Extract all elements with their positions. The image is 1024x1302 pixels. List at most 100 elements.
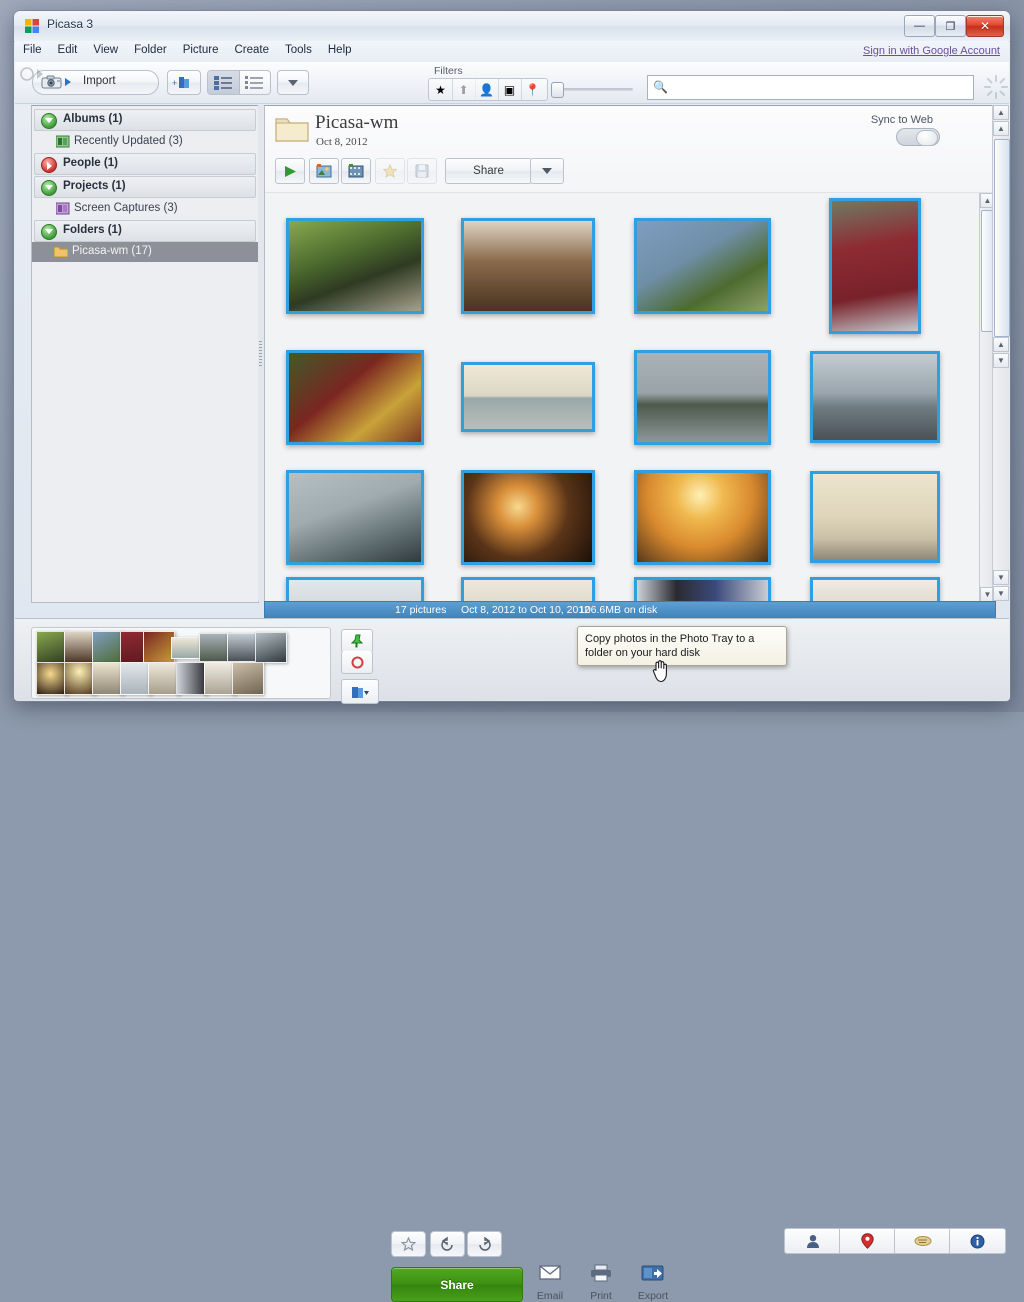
grid-cell[interactable]	[275, 337, 435, 457]
photo-tray[interactable]	[31, 627, 331, 699]
sidebar-item-projects[interactable]: Projects (1)	[34, 176, 256, 198]
grid-cell[interactable]	[448, 577, 608, 602]
sync-to-web-toggle[interactable]	[896, 128, 940, 146]
photo-lake-sailboats[interactable]	[461, 362, 595, 432]
scroll-down-inner-button[interactable]: ▼	[993, 353, 1009, 368]
scroll-top-button[interactable]: ▲	[993, 105, 1009, 120]
grid-cell[interactable]	[275, 457, 435, 577]
grid-cell[interactable]	[622, 337, 782, 457]
photo-red-room[interactable]	[286, 350, 424, 445]
grid-cell[interactable]	[448, 457, 608, 577]
search-input[interactable]	[672, 79, 966, 98]
photo-foggy-water[interactable]	[286, 577, 424, 602]
grid-cell[interactable]	[795, 577, 955, 602]
info-button[interactable]	[949, 1228, 1006, 1254]
view-options-dropdown[interactable]	[277, 70, 309, 95]
thumbnail-view-button[interactable]	[208, 71, 240, 94]
scroll-up-button[interactable]: ▲	[993, 121, 1009, 136]
faces-filter-icon[interactable]: 👤	[475, 79, 499, 100]
grid-cell[interactable]	[448, 337, 608, 457]
projects-disclosure-icon[interactable]	[41, 180, 57, 196]
photo-pier-walkway[interactable]	[286, 470, 424, 565]
grid-cell[interactable]	[275, 577, 435, 602]
import-button[interactable]: Import	[32, 70, 159, 95]
photo-tree-street[interactable]	[286, 218, 424, 314]
share-dropdown-button[interactable]	[530, 158, 564, 184]
photo-campus-building[interactable]	[634, 218, 771, 314]
people-disclosure-icon[interactable]	[41, 157, 57, 173]
geotag-filter-icon[interactable]: 📍	[521, 79, 544, 100]
sidebar-item-folders[interactable]: Folders (1)	[34, 220, 256, 242]
tray-thumb-9[interactable]	[255, 632, 287, 663]
menu-file[interactable]: File	[15, 41, 50, 59]
add-to-album-button[interactable]: +	[167, 70, 201, 95]
save-button[interactable]	[407, 158, 437, 184]
scroll-up-inner-button[interactable]: ▲	[993, 337, 1009, 352]
play-slideshow-button[interactable]	[275, 158, 305, 184]
movie-button[interactable]	[341, 158, 371, 184]
tray-thumb-17[interactable]	[232, 662, 264, 695]
folders-disclosure-icon[interactable]	[41, 224, 57, 240]
menu-view[interactable]: View	[85, 41, 126, 59]
share-button[interactable]: Share	[445, 158, 532, 184]
people-button[interactable]	[784, 1228, 841, 1254]
photo-grey-harbor[interactable]	[634, 350, 771, 445]
sidebar-item-albums[interactable]: Albums (1)	[34, 109, 256, 131]
minimize-button[interactable]: —	[904, 15, 935, 37]
menu-picture[interactable]: Picture	[175, 41, 227, 59]
print-button[interactable]: Print	[577, 1264, 625, 1302]
window-scrollbar-thumb[interactable]	[994, 139, 1010, 337]
rotate-right-button[interactable]	[467, 1231, 502, 1257]
photo-room-interior[interactable]	[461, 577, 595, 602]
export-button[interactable]: Export	[629, 1264, 677, 1302]
grid-cell[interactable]	[622, 457, 782, 577]
photo-hazy-shore[interactable]	[810, 471, 940, 563]
scroll-bottom-button[interactable]: ▼	[993, 586, 1009, 601]
search-box[interactable]: 🔍	[647, 75, 974, 100]
email-button[interactable]: Email	[526, 1264, 574, 1302]
maximize-button[interactable]: ❐	[935, 15, 966, 37]
photo-sunset-trees[interactable]	[461, 470, 595, 565]
upload-filter-icon[interactable]: ⬆	[452, 79, 476, 100]
sign-in-link[interactable]: Sign in with Google Account	[863, 45, 1000, 57]
photo-library-interior[interactable]	[461, 218, 595, 314]
video-filter-icon[interactable]: ▣	[498, 79, 522, 100]
menu-edit[interactable]: Edit	[50, 41, 86, 59]
photo-dark-hallway[interactable]	[634, 577, 771, 602]
photo-white-object[interactable]	[810, 577, 940, 602]
zoom-slider-knob[interactable]	[551, 82, 564, 98]
share-big-button[interactable]: Share	[391, 1267, 523, 1302]
photo-sunset-marina[interactable]	[634, 470, 771, 565]
sidebar-item-recently-updated[interactable]: Recently Updated (3)	[34, 132, 256, 152]
photo-marina-boats[interactable]	[810, 351, 940, 443]
window-scrollbar[interactable]: ▲ ▲ ▲ ▼ ▼ ▼	[992, 105, 1009, 601]
menu-tools[interactable]: Tools	[277, 41, 320, 59]
star-filter-icon[interactable]: ★	[429, 79, 453, 100]
close-button[interactable]: ✕	[966, 15, 1004, 37]
zoom-slider[interactable]	[551, 82, 633, 96]
grid-cell[interactable]	[795, 195, 955, 337]
add-to-album-tray-button[interactable]	[341, 679, 379, 704]
grid-cell[interactable]	[448, 205, 608, 327]
hold-tray-button[interactable]	[341, 629, 373, 653]
sidebar-item-people[interactable]: People (1)	[34, 153, 256, 175]
tags-button[interactable]	[894, 1228, 951, 1254]
grid-cell[interactable]	[622, 577, 782, 602]
places-button[interactable]	[839, 1228, 896, 1254]
sidebar-item-picasa-wm[interactable]: Picasa-wm (17)	[32, 242, 258, 262]
grid-cell[interactable]	[795, 457, 955, 577]
star-button[interactable]	[375, 158, 405, 184]
menu-folder[interactable]: Folder	[126, 41, 175, 59]
sidebar-item-screen-captures[interactable]: Screen Captures (3)	[34, 199, 256, 219]
grid-cell[interactable]	[795, 337, 955, 457]
list-view-button[interactable]	[239, 71, 270, 94]
collage-button[interactable]	[309, 158, 339, 184]
menu-help[interactable]: Help	[320, 41, 360, 59]
grid-cell[interactable]	[275, 205, 435, 327]
photo-ivy-building[interactable]	[829, 198, 921, 334]
star-photo-button[interactable]	[391, 1231, 426, 1257]
albums-disclosure-icon[interactable]	[41, 113, 57, 129]
scroll-down-button[interactable]: ▼	[993, 570, 1009, 585]
grid-cell[interactable]	[622, 205, 782, 327]
thumbnail-grid[interactable]	[265, 193, 979, 602]
